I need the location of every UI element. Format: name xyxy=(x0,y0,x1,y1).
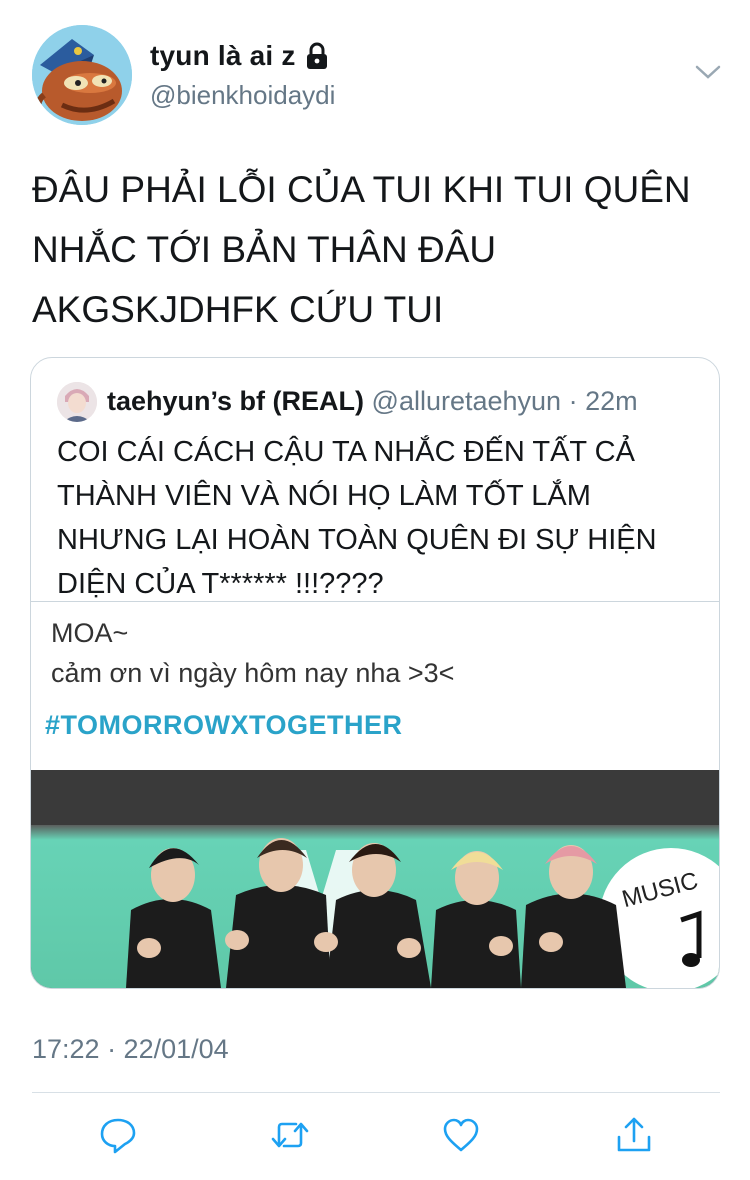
quoted-tweet[interactable]: taehyun’s bf (REAL) @alluretaehyun · 22m… xyxy=(30,357,720,989)
share-button[interactable] xyxy=(614,1115,654,1155)
tweet-line: ĐÂU PHẢI LỖI CỦA TUI KHI TUI QUÊN xyxy=(32,169,691,210)
author-name-row[interactable]: tyun là ai z xyxy=(150,40,330,72)
author-display-name[interactable]: tyun là ai z xyxy=(150,40,296,72)
cartoon-fish-avatar-icon xyxy=(32,25,132,125)
tweet-timestamp[interactable]: 17:22 · 22/01/04 xyxy=(32,1034,229,1065)
quoted-media[interactable]: MOA~ cảm ơn vì ngày hôm nay nha >3< #TOM… xyxy=(31,602,719,988)
quoted-separator: · xyxy=(568,386,578,416)
quoted-line: COI CÁI CÁCH CẬU TA NHẮC ĐẾN TẤT CẢ xyxy=(57,436,635,468)
group-photo-image: MUSIC xyxy=(31,770,719,988)
quoted-header: taehyun’s bf (REAL) @alluretaehyun · 22m xyxy=(107,386,638,417)
media-hashtag: #TOMORROWXTOGETHER xyxy=(45,710,403,740)
retweet-icon xyxy=(271,1122,309,1148)
tweet-line: NHẮC TỚI BẢN THÂN ĐÂU xyxy=(32,229,497,270)
quoted-line: DIỆN CỦA T****** !!!???? xyxy=(57,568,384,600)
quoted-handle[interactable]: @alluretaehyun xyxy=(372,386,562,416)
media-caption-line: cảm ơn vì ngày hôm nay nha >3< xyxy=(51,658,455,688)
divider xyxy=(32,1092,720,1093)
author-avatar[interactable] xyxy=(32,25,132,125)
quoted-display-name[interactable]: taehyun’s bf (REAL) xyxy=(107,386,364,416)
chevron-down-icon[interactable] xyxy=(693,62,723,82)
media-caption-line: MOA~ xyxy=(51,618,129,648)
quoted-line: THÀNH VIÊN VÀ NÓI HỌ LÀM TỐT LẮM xyxy=(57,480,591,512)
group-photo[interactable]: MUSIC xyxy=(31,770,719,988)
quoted-text: COI CÁI CÁCH CẬU TA NHẮC ĐẾN TẤT CẢ THÀN… xyxy=(57,430,697,606)
reply-button[interactable] xyxy=(98,1115,138,1155)
person-avatar-icon xyxy=(57,382,97,422)
heart-icon xyxy=(443,1118,479,1152)
quoted-age: 22m xyxy=(585,386,638,416)
like-button[interactable] xyxy=(441,1115,481,1155)
retweet-button[interactable] xyxy=(270,1115,310,1155)
author-handle[interactable]: @bienkhoidaydi xyxy=(150,80,335,111)
lock-icon xyxy=(304,42,330,70)
quoted-line: NHƯNG LẠI HOÀN TOÀN QUÊN ĐI SỰ HIỆN xyxy=(57,524,657,556)
share-icon xyxy=(617,1117,651,1152)
reply-icon xyxy=(100,1118,136,1154)
tweet-line: AKGSKJDHFK CỨU TUI xyxy=(32,289,444,330)
tweet-text: ĐÂU PHẢI LỖI CỦA TUI KHI TUI QUÊN NHẮC T… xyxy=(32,160,722,340)
quoted-avatar[interactable] xyxy=(57,382,97,422)
